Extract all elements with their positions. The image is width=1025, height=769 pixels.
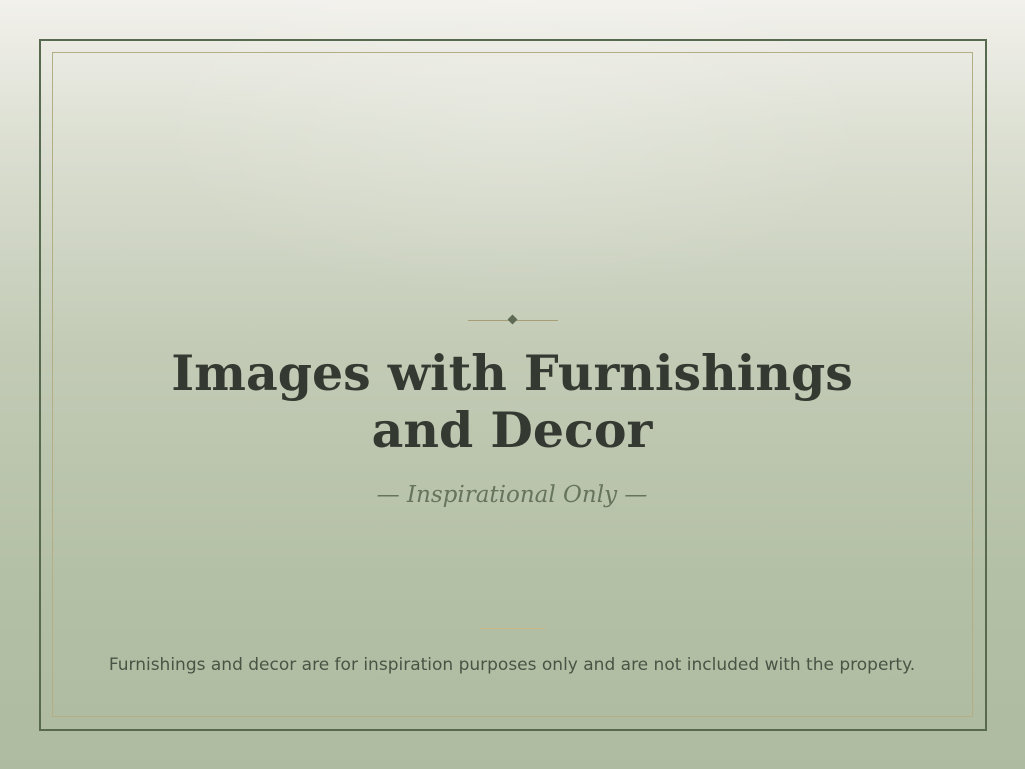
slide-title: Images with Furnishings and Decor	[62, 345, 962, 459]
title-line-2: and Decor	[371, 401, 653, 459]
footer-divider	[480, 628, 545, 629]
diamond-divider-icon	[468, 314, 558, 327]
diamond-icon	[507, 314, 518, 325]
slide-subtitle: — Inspirational Only —	[376, 482, 648, 508]
disclaimer-text: Furnishings and decor are for inspiratio…	[108, 655, 916, 675]
title-line-1: Images with Furnishings	[171, 344, 853, 402]
